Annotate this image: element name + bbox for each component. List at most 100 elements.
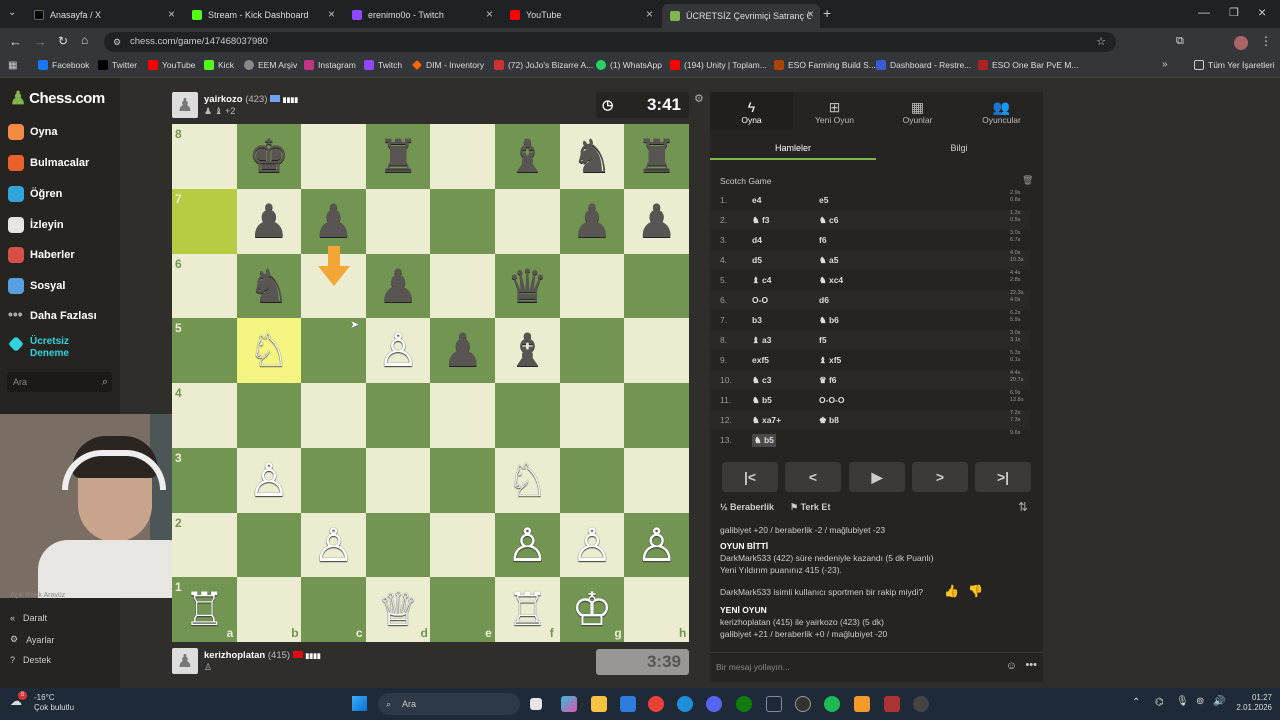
tab-players[interactable]: 👥 Oyuncular xyxy=(960,92,1043,130)
white-move[interactable]: exf5 xyxy=(752,355,769,365)
black-piece[interactable]: ♚ xyxy=(237,124,302,188)
file-explorer-icon[interactable] xyxy=(591,696,607,712)
tab-menu-icon[interactable]: ⌄ xyxy=(8,7,16,18)
white-piece[interactable]: ♘ xyxy=(237,318,302,382)
copilot-icon[interactable] xyxy=(561,696,577,712)
board-square-c3[interactable] xyxy=(301,447,366,513)
white-move[interactable]: O-O xyxy=(752,295,768,305)
sidebar-item-more[interactable]: ••• Daha Fazlası xyxy=(8,307,97,324)
board-square-f7[interactable] xyxy=(495,188,560,254)
network-icon[interactable]: ⌬ xyxy=(1155,697,1164,708)
bookmark-dim[interactable]: DIM - Inventory xyxy=(412,60,484,70)
black-piece[interactable]: ♝ xyxy=(495,318,560,382)
board-settings-icon[interactable]: ⚙ xyxy=(694,92,704,105)
black-move[interactable]: d6 xyxy=(819,295,829,305)
black-move[interactable]: ♞ a5 xyxy=(819,255,838,266)
black-piece[interactable]: ♟ xyxy=(366,254,431,318)
start-button[interactable] xyxy=(352,696,367,711)
tray-chevron-icon[interactable]: ⌃ xyxy=(1132,697,1140,708)
black-move[interactable]: ♞ c6 xyxy=(819,215,838,226)
sidebar-item-free-trial[interactable]: Ücretsiz Deneme xyxy=(8,336,108,360)
new-tab-button[interactable]: + xyxy=(823,5,831,21)
board-square-b2[interactable] xyxy=(236,512,302,578)
bookmark-kick[interactable]: Kick xyxy=(204,60,234,70)
last-move-button[interactable]: >| xyxy=(975,462,1031,492)
white-piece[interactable]: ♙ xyxy=(237,448,302,512)
white-move[interactable]: ♝ c4 xyxy=(752,275,771,286)
white-move[interactable]: ♞ xa7+ xyxy=(752,415,781,426)
chessboard[interactable]: 8 7 6 5 4 3 2 1 a b c d e f g h ♚ ♜ ♝ ♞ ♜ ♟ ♟ ♟ ♟ ♞ ♟ ♛ ♘ ♙ ♟ ♝ ♘ ♙ ♙ ♙ ♙ ♙ ♖ ♕… xyxy=(172,124,689,642)
board-square-h5[interactable] xyxy=(624,318,689,383)
sidebar-item-news[interactable]: Haberler xyxy=(8,247,75,263)
volume-icon[interactable]: 🔊 xyxy=(1213,696,1225,707)
black-piece[interactable]: ♝ xyxy=(495,124,560,188)
clock-widget[interactable]: 01:27 2.01.2026 xyxy=(1232,693,1272,713)
black-piece[interactable]: ♟ xyxy=(560,189,625,253)
player-name[interactable]: yairkozo (423) ▮▮▮▮ xyxy=(204,94,298,105)
black-move[interactable]: O-O-O xyxy=(819,395,845,405)
back-icon[interactable]: ← xyxy=(9,34,22,49)
reload-icon[interactable]: ↻ xyxy=(58,34,68,48)
browser-menu-icon[interactable]: ⋮ xyxy=(1260,34,1272,48)
white-move[interactable]: d4 xyxy=(752,235,762,245)
xbox-icon[interactable] xyxy=(736,696,752,712)
black-piece[interactable]: ♟ xyxy=(430,318,495,382)
close-window-icon[interactable]: × xyxy=(1258,4,1266,20)
taskbar-search[interactable]: ⌕ Ara xyxy=(378,693,520,715)
spotify-icon[interactable] xyxy=(824,696,840,712)
board-square-e6[interactable] xyxy=(430,253,496,319)
tab-x[interactable]: Anasayfa / X × xyxy=(26,4,181,26)
app-icon[interactable] xyxy=(854,696,870,712)
white-piece[interactable]: ♙ xyxy=(624,513,689,577)
tab-youtube[interactable]: YouTube × xyxy=(502,4,659,26)
bookmark-eso-farming[interactable]: ESO Farming Build S... xyxy=(774,60,876,70)
board-square-e4[interactable] xyxy=(430,383,496,448)
discord-icon[interactable] xyxy=(706,696,722,712)
bookmark-eem[interactable]: EEM Arşiv xyxy=(244,60,297,70)
tab-chess[interactable]: ÜCRETSİZ Çevrimiçi Satranç Oy × xyxy=(662,4,820,28)
black-piece[interactable]: ♞ xyxy=(560,124,625,188)
board-square-d7[interactable] xyxy=(365,188,431,254)
obs-icon[interactable] xyxy=(795,696,811,712)
black-piece[interactable]: ♟ xyxy=(301,189,366,253)
bookmark-unity[interactable]: (194) Unity | Toplam... xyxy=(670,60,767,70)
board-square-e7[interactable] xyxy=(430,188,496,254)
url-bar[interactable]: ⚙ chess.com/game/147468037980 ☆ xyxy=(104,32,1116,52)
board-square-c4[interactable] xyxy=(301,383,366,448)
white-move[interactable]: ♞ b5 xyxy=(752,395,772,406)
more-bookmarks-icon[interactable]: » xyxy=(1162,59,1168,70)
search-icon[interactable]: ⌕ xyxy=(102,372,108,392)
more-options-icon[interactable]: ••• xyxy=(1025,659,1037,671)
thumbs-up-icon[interactable]: 👍 xyxy=(944,584,959,598)
black-piece[interactable]: ♜ xyxy=(624,124,689,188)
close-icon[interactable]: × xyxy=(807,7,814,21)
forward-icon[interactable]: → xyxy=(34,34,47,49)
black-piece[interactable]: ♟ xyxy=(237,189,302,253)
play-button[interactable]: ▶ xyxy=(849,462,905,492)
black-move[interactable]: ♝ xf5 xyxy=(819,355,841,366)
black-move[interactable]: ♛ f6 xyxy=(819,375,837,386)
mic-icon[interactable]: 🎙 xyxy=(1176,696,1189,707)
first-move-button[interactable]: |< xyxy=(722,462,778,492)
sidebar-item-puzzles[interactable]: Bulmacalar xyxy=(8,155,89,171)
board-square-h6[interactable] xyxy=(624,253,689,319)
board-square-b4[interactable] xyxy=(236,383,302,448)
profile-avatar[interactable] xyxy=(1234,36,1248,50)
site-info-icon[interactable]: ⚙ xyxy=(113,32,121,52)
black-move[interactable]: ♞ b6 xyxy=(819,315,839,326)
board-square-d4[interactable] xyxy=(365,383,431,448)
white-move[interactable]: ♝ a3 xyxy=(752,335,771,346)
board-square-f4[interactable] xyxy=(495,383,560,448)
close-icon[interactable]: × xyxy=(646,7,653,21)
white-piece[interactable]: ♖ xyxy=(495,577,560,641)
black-piece[interactable]: ♟ xyxy=(624,189,689,253)
chrome-icon[interactable] xyxy=(648,696,664,712)
sidebar-item-watch[interactable]: İzleyin xyxy=(8,217,64,233)
sidebar-item-social[interactable]: Sosyal xyxy=(8,278,65,294)
white-piece[interactable]: ♙ xyxy=(366,318,431,382)
apps-icon[interactable]: ▦ xyxy=(8,60,17,71)
black-move[interactable]: f5 xyxy=(819,335,827,345)
extensions-icon[interactable]: ⧉ xyxy=(1176,35,1184,48)
steam-icon[interactable] xyxy=(766,696,782,712)
avatar[interactable]: ♟ xyxy=(172,92,198,118)
